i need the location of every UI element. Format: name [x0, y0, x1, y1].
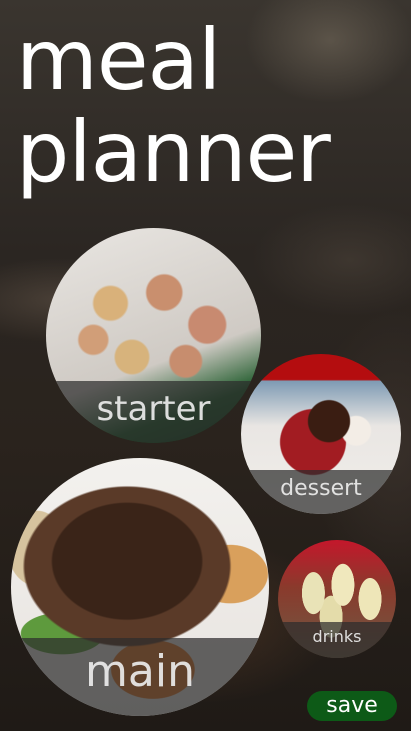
- dessert-label: dessert: [241, 470, 401, 514]
- app-title-line-1: meal: [16, 11, 221, 109]
- starter-label: starter: [46, 381, 261, 443]
- app-title-line-2: planner: [16, 103, 331, 201]
- main-category-button[interactable]: main: [11, 458, 269, 716]
- starter-category-button[interactable]: starter: [46, 228, 261, 443]
- save-button[interactable]: save: [307, 691, 397, 721]
- main-label: main: [11, 638, 269, 716]
- drinks-label: drinks: [278, 622, 396, 658]
- dessert-category-button[interactable]: dessert: [241, 354, 401, 514]
- app-title: meal planner: [16, 11, 331, 201]
- drinks-category-button[interactable]: drinks: [278, 540, 396, 658]
